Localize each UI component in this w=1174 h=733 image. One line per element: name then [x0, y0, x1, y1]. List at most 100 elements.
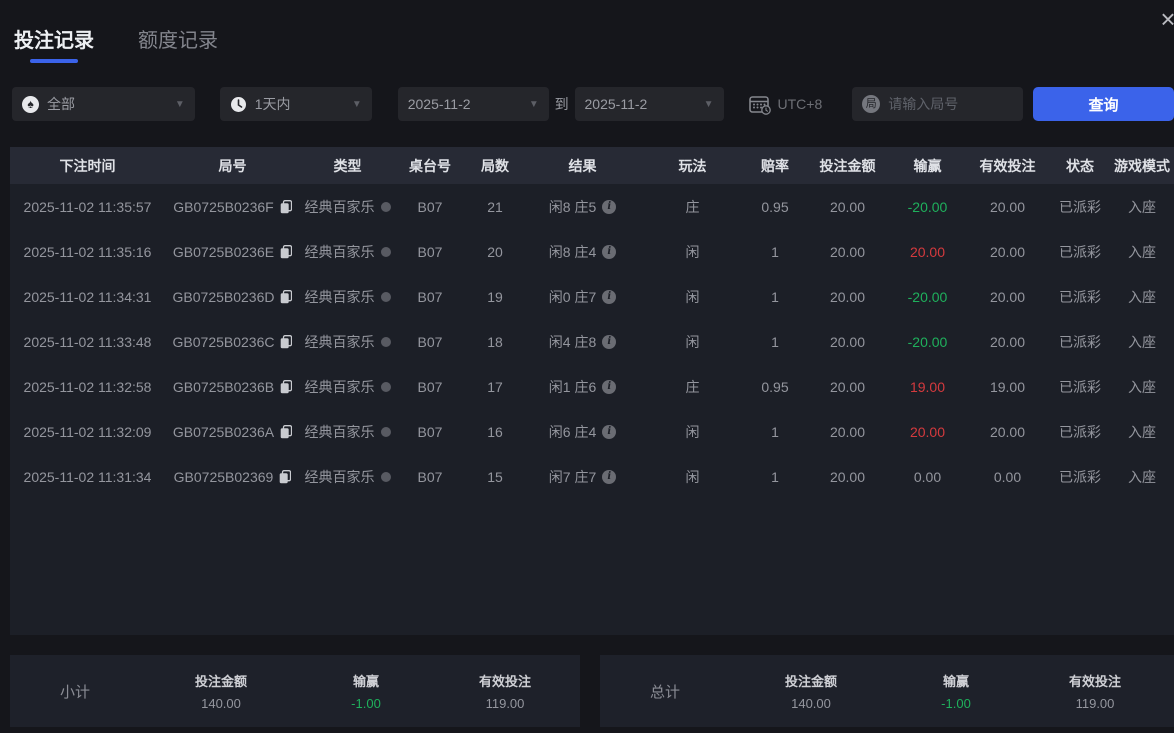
clock-icon [230, 96, 247, 113]
tab-quota-records-label: 额度记录 [138, 30, 218, 52]
total-winloss-value: -1.00 [892, 696, 1020, 711]
cell-bet-amount: 20.00 [805, 424, 890, 440]
cell-win-loss: 19.00 [890, 379, 965, 395]
copy-icon[interactable] [280, 380, 292, 394]
timezone-indicator: UTC+8 [749, 94, 823, 115]
cell-bet-amount: 20.00 [805, 199, 890, 215]
cell-round-no: 17 [465, 379, 525, 395]
subtotal-valid-bet: 有效投注 119.00 [430, 671, 580, 711]
info-icon[interactable]: i [602, 200, 616, 214]
result-text: 闲0 庄7 [549, 287, 596, 307]
search-button[interactable]: 查询 [1033, 87, 1174, 121]
cell-game-mode: 入座 [1110, 467, 1174, 487]
cell-round-id: GB0725B02369 [165, 469, 300, 485]
info-icon[interactable]: i [602, 335, 616, 349]
table-header-row: 下注时间局号类型桌台号局数结果玩法赔率投注金额输赢有效投注状态游戏模式 [10, 147, 1174, 184]
cell-round-no: 15 [465, 469, 525, 485]
cell-play-type: 闲 [640, 467, 745, 487]
cell-table-no: B07 [395, 379, 465, 395]
game-status-dot-icon [381, 427, 391, 437]
round-id-text: GB0725B02369 [174, 469, 274, 485]
copy-icon[interactable] [280, 290, 292, 304]
game-status-dot-icon [381, 202, 391, 212]
tab-quota-records[interactable]: 额度记录 [138, 24, 218, 63]
cell-round-id: GB0725B0236B [165, 379, 300, 395]
copy-icon[interactable] [280, 200, 292, 214]
date-to-select[interactable]: 2025-11-2 ▼ [575, 87, 724, 121]
info-icon[interactable]: i [602, 380, 616, 394]
total-bet-value: 140.00 [730, 696, 892, 711]
column-header: 局号 [165, 156, 300, 176]
cell-bet-time: 2025-11-02 11:35:16 [10, 244, 165, 260]
cell-valid-bet: 0.00 [965, 469, 1050, 485]
time-range-select[interactable]: 1天内 ▼ [220, 87, 372, 121]
total-valid-value: 119.00 [1020, 696, 1170, 711]
copy-icon[interactable] [280, 425, 292, 439]
info-icon[interactable]: i [602, 470, 616, 484]
chevron-down-icon: ▼ [704, 99, 714, 110]
cell-win-loss: -20.00 [890, 199, 965, 215]
cell-bet-time: 2025-11-02 11:32:09 [10, 424, 165, 440]
game-type-text: 经典百家乐 [305, 197, 375, 217]
cell-bet-amount: 20.00 [805, 379, 890, 395]
cell-play-type: 闲 [640, 332, 745, 352]
round-number-input[interactable] [888, 96, 1013, 112]
column-header: 结果 [525, 156, 640, 176]
chevron-down-icon: ▼ [175, 99, 185, 110]
game-type-select[interactable]: ♠ 全部 ▼ [12, 87, 195, 121]
cell-status: 已派彩 [1050, 197, 1110, 217]
subtotal-valid-value: 119.00 [430, 696, 580, 711]
cell-result: 闲6 庄4 i [525, 422, 640, 442]
round-id-text: GB0725B0236B [173, 379, 274, 395]
cell-bet-amount: 20.00 [805, 244, 890, 260]
subtotal-card: 小计 投注金额 140.00 输赢 -1.00 有效投注 119.00 [10, 655, 580, 727]
cell-bet-time: 2025-11-02 11:35:57 [10, 199, 165, 215]
cell-odds: 1 [745, 289, 805, 305]
tab-bet-records[interactable]: 投注记录 [14, 24, 94, 63]
cell-odds: 1 [745, 334, 805, 350]
column-header: 局数 [465, 156, 525, 176]
subtotal-bet-value: 140.00 [140, 696, 302, 711]
cell-game-type: 经典百家乐 [300, 422, 395, 442]
info-icon[interactable]: i [602, 245, 616, 259]
cell-status: 已派彩 [1050, 287, 1110, 307]
calendar-clock-icon [749, 94, 771, 115]
cell-win-loss: 20.00 [890, 244, 965, 260]
subtotal-winloss: 输赢 -1.00 [302, 671, 430, 711]
cell-odds: 0.95 [745, 199, 805, 215]
cell-table-no: B07 [395, 469, 465, 485]
close-icon[interactable]: × [1153, 4, 1174, 34]
cell-result: 闲4 庄8i [525, 332, 640, 352]
copy-icon[interactable] [280, 245, 292, 259]
info-icon[interactable]: i [602, 425, 616, 439]
round-number-field[interactable]: 局 [852, 87, 1023, 121]
total-bet-amount: 投注金额 140.00 [730, 671, 892, 711]
round-id-text: GB0725B0236C [173, 334, 275, 350]
cell-win-loss: -20.00 [890, 334, 965, 350]
cell-table-no: B07 [395, 289, 465, 305]
cell-valid-bet: 20.00 [965, 199, 1050, 215]
column-header: 状态 [1050, 156, 1110, 176]
info-icon[interactable]: i [602, 290, 616, 304]
bet-records-table: 下注时间局号类型桌台号局数结果玩法赔率投注金额输赢有效投注状态游戏模式 2025… [10, 147, 1174, 635]
total-winloss: 输赢 -1.00 [892, 671, 1020, 711]
cell-round-id: GB0725B0236D [165, 289, 300, 305]
cell-odds: 1 [745, 469, 805, 485]
cell-win-loss: 0.00 [890, 469, 965, 485]
result-text: 闲6 庄4 [549, 422, 596, 442]
table-row: 2025-11-02 11:35:16GB0725B0236E经典百家乐B072… [10, 229, 1174, 274]
cell-bet-time: 2025-11-02 11:31:34 [10, 469, 165, 485]
date-from-value: 2025-11-2 [408, 96, 471, 112]
time-range-value: 1天内 [255, 94, 291, 114]
cell-round-id: GB0725B0236C [165, 334, 300, 350]
total-bet-header: 投注金额 [730, 671, 892, 690]
total-card: 总计 投注金额 140.00 输赢 -1.00 有效投注 119.00 [600, 655, 1174, 727]
column-header: 投注金额 [805, 156, 890, 176]
date-from-select[interactable]: 2025-11-2 ▼ [398, 87, 549, 121]
cell-odds: 0.95 [745, 379, 805, 395]
column-header: 输赢 [890, 156, 965, 176]
copy-icon[interactable] [279, 470, 291, 484]
cell-bet-amount: 20.00 [805, 334, 890, 350]
copy-icon[interactable] [280, 335, 292, 349]
column-header: 类型 [300, 156, 395, 176]
